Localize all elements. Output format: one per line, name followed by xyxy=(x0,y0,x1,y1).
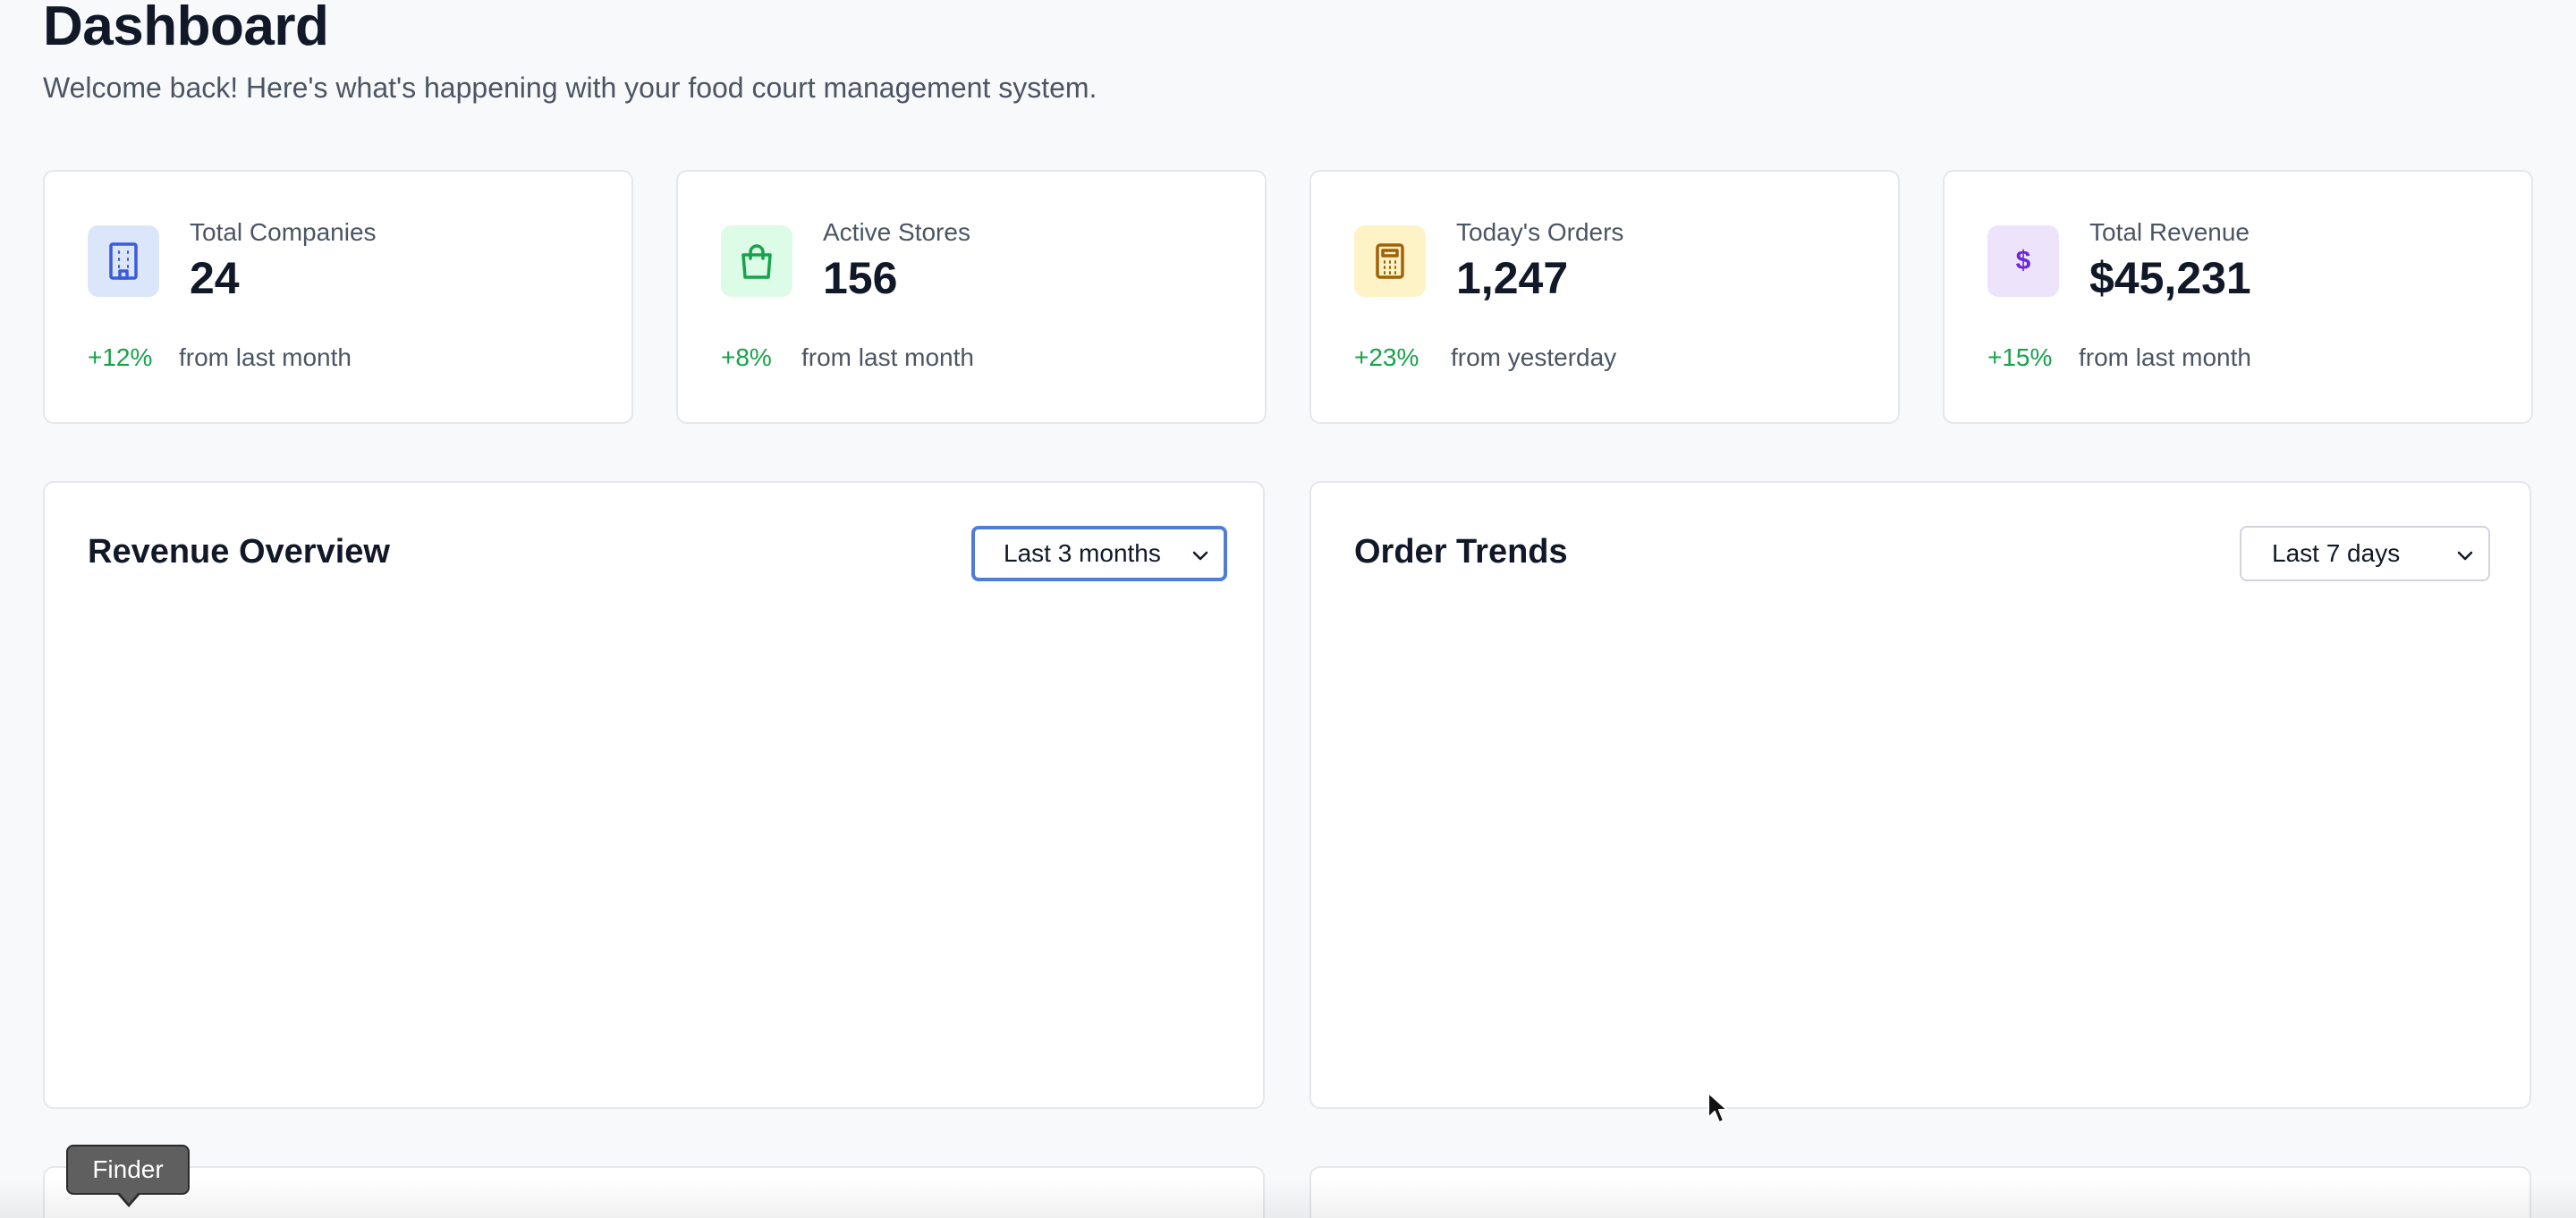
building-icon xyxy=(88,225,159,297)
stat-label: Active Stores xyxy=(823,218,970,246)
stat-value: $45,231 xyxy=(2089,253,2251,303)
stat-card-total-companies: Total Companies 24 +12% from last month xyxy=(43,170,633,424)
stat-card-active-stores: Active Stores 156 +8% from last month xyxy=(676,170,1267,424)
page-title: Dashboard xyxy=(43,0,329,57)
stat-label: Today's Orders xyxy=(1456,218,1624,246)
bottom-card-right xyxy=(1309,1166,2531,1218)
stat-change: +15% xyxy=(1987,343,2053,371)
stat-value: 156 xyxy=(823,253,898,303)
stat-card-todays-orders: Today's Orders 1,247 +23% from yesterday xyxy=(1309,170,1900,424)
chevron-down-icon xyxy=(1191,529,1209,578)
stat-label: Total Revenue xyxy=(2089,218,2250,246)
stat-period: from last month xyxy=(179,343,352,371)
orders-range-select[interactable]: Last 7 days xyxy=(2240,526,2490,581)
stat-label: Total Companies xyxy=(190,218,377,246)
select-value: Last 3 months xyxy=(1004,539,1161,567)
stat-value: 1,247 xyxy=(1456,253,1569,303)
order-trends-card: Order Trends Last 7 days xyxy=(1309,481,2531,1109)
stat-change: +23% xyxy=(1354,343,1419,371)
chart-title: Order Trends xyxy=(1354,533,1568,571)
bottom-card-left xyxy=(43,1166,1265,1218)
shopping-bag-icon xyxy=(721,225,792,297)
mouse-cursor-icon xyxy=(1707,1091,1730,1129)
chart-title: Revenue Overview xyxy=(88,533,390,571)
dollar-icon: $ xyxy=(1987,225,2059,297)
revenue-range-select[interactable]: Last 3 months xyxy=(971,526,1227,581)
stat-card-total-revenue: $ Total Revenue $45,231 +15% from last m… xyxy=(1943,170,2533,424)
calculator-icon xyxy=(1354,225,1426,297)
revenue-overview-card: Revenue Overview Last 3 months xyxy=(43,481,1265,1109)
stat-change: +8% xyxy=(721,343,772,371)
tooltip-arrow-inner xyxy=(119,1192,139,1204)
stat-period: from last month xyxy=(801,343,974,371)
stat-period: from last month xyxy=(2079,343,2251,371)
stat-value: 24 xyxy=(190,253,240,303)
dock-tooltip: Finder xyxy=(66,1145,190,1195)
stat-change: +12% xyxy=(88,343,153,371)
stat-period: from yesterday xyxy=(1451,343,1617,371)
chevron-down-icon xyxy=(2456,528,2474,579)
select-value: Last 7 days xyxy=(2272,539,2401,567)
page-subtitle: Welcome back! Here's what's happening wi… xyxy=(43,72,1097,104)
